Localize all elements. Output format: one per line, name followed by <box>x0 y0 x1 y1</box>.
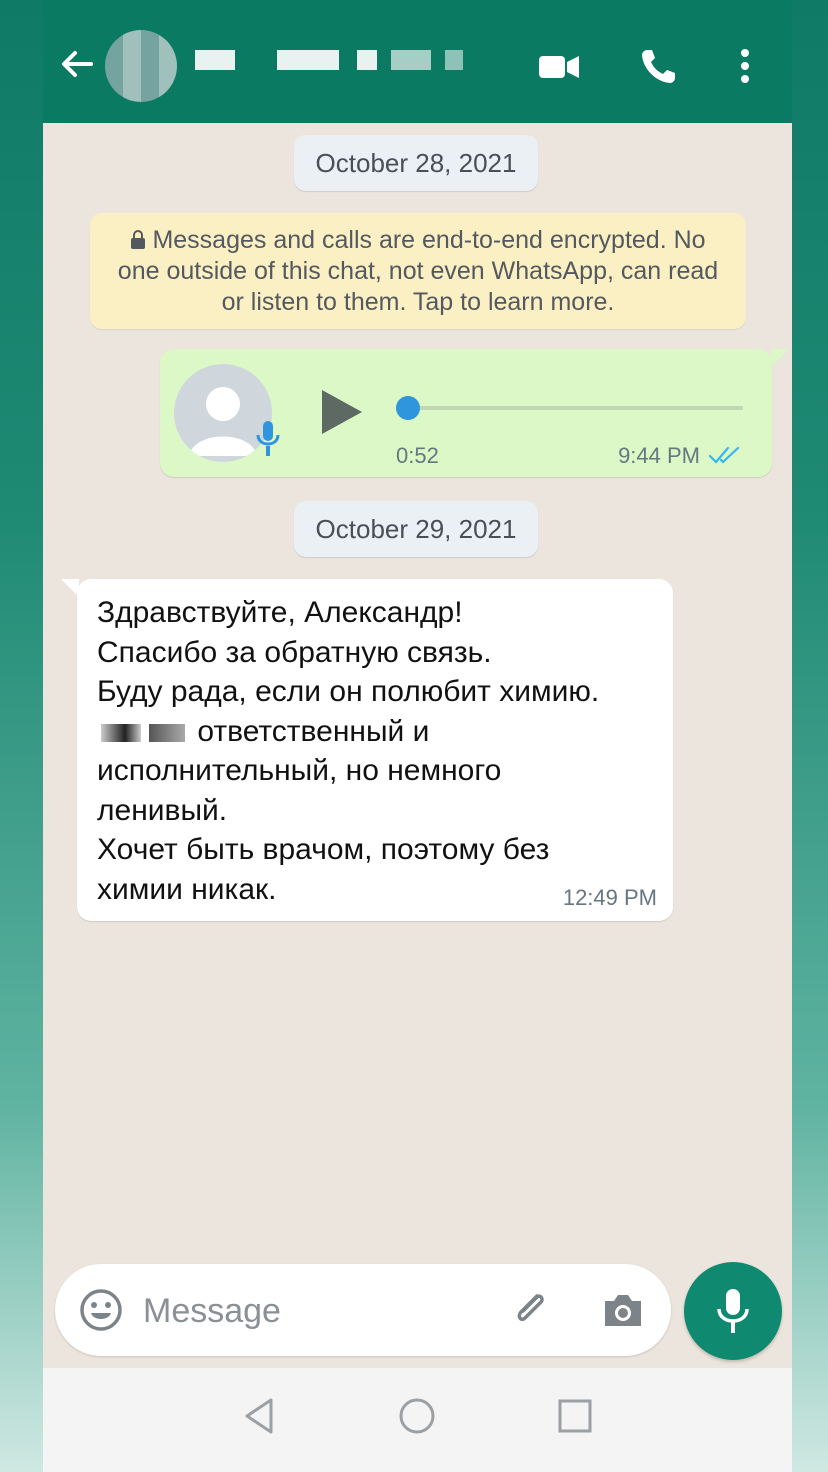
date-chip: October 29, 2021 <box>294 501 538 557</box>
read-ticks-icon <box>708 446 740 464</box>
message-text: Здравствуйте, Александр! Спасибо за обра… <box>97 593 669 909</box>
voice-progress-track[interactable] <box>400 406 743 410</box>
message-time: 9:44 PM <box>618 443 700 468</box>
message-line: химии никак. <box>97 872 277 906</box>
back-arrow-icon[interactable] <box>57 42 97 86</box>
message-composer <box>55 1264 671 1356</box>
message-line: исполнительный, но немного <box>97 754 502 787</box>
redacted-name <box>149 723 185 742</box>
redacted-name <box>101 723 141 742</box>
message-line: Хочет быть врачом, поэтому без <box>97 833 550 866</box>
nav-recents-icon[interactable] <box>553 1394 597 1438</box>
contact-avatar[interactable] <box>105 30 177 102</box>
nav-back-icon[interactable] <box>239 1394 283 1438</box>
bubble-tail <box>771 349 789 367</box>
encryption-notice[interactable]: Messages and calls are end-to-end encryp… <box>90 213 746 329</box>
message-line: ответственный и <box>197 714 430 748</box>
mic-badge-icon <box>256 421 280 456</box>
voice-progress-handle[interactable] <box>396 396 420 420</box>
date-chip: October 28, 2021 <box>294 135 538 191</box>
camera-icon[interactable] <box>599 1286 647 1334</box>
incoming-message-bubble[interactable]: Здравствуйте, Александр! Спасибо за обра… <box>77 579 673 921</box>
whatsapp-screen: October 28, 2021 Messages and calls are … <box>43 0 792 1472</box>
system-navbar <box>43 1368 792 1472</box>
message-line: Спасибо за обратную связь. <box>97 635 492 669</box>
phone-icon[interactable] <box>637 44 681 88</box>
message-line: Здравствуйте, Александр! <box>97 596 463 629</box>
nav-home-icon[interactable] <box>395 1394 439 1438</box>
video-call-icon[interactable] <box>537 44 581 88</box>
emoji-icon[interactable] <box>77 1286 125 1334</box>
lock-icon <box>131 230 146 249</box>
chat-header <box>43 0 792 123</box>
attach-icon[interactable] <box>507 1286 555 1334</box>
chat-area[interactable]: October 28, 2021 Messages and calls are … <box>43 123 792 1368</box>
mic-icon <box>717 1289 749 1333</box>
contact-name-redacted[interactable] <box>195 50 495 76</box>
voice-duration: 0:52 <box>396 443 439 468</box>
encryption-text: Messages and calls are end-to-end encryp… <box>117 226 719 316</box>
voice-record-button[interactable] <box>684 1262 782 1360</box>
message-line: Буду рада, если он полюбит химию. <box>97 675 600 708</box>
more-vert-icon[interactable] <box>723 44 767 88</box>
play-icon[interactable] <box>318 387 364 437</box>
message-time: 12:49 PM <box>562 885 657 910</box>
voice-message-bubble[interactable]: 0:52 9:44 PM <box>160 349 772 477</box>
message-input[interactable] <box>141 1282 485 1340</box>
message-line: ленивый. <box>97 793 228 827</box>
